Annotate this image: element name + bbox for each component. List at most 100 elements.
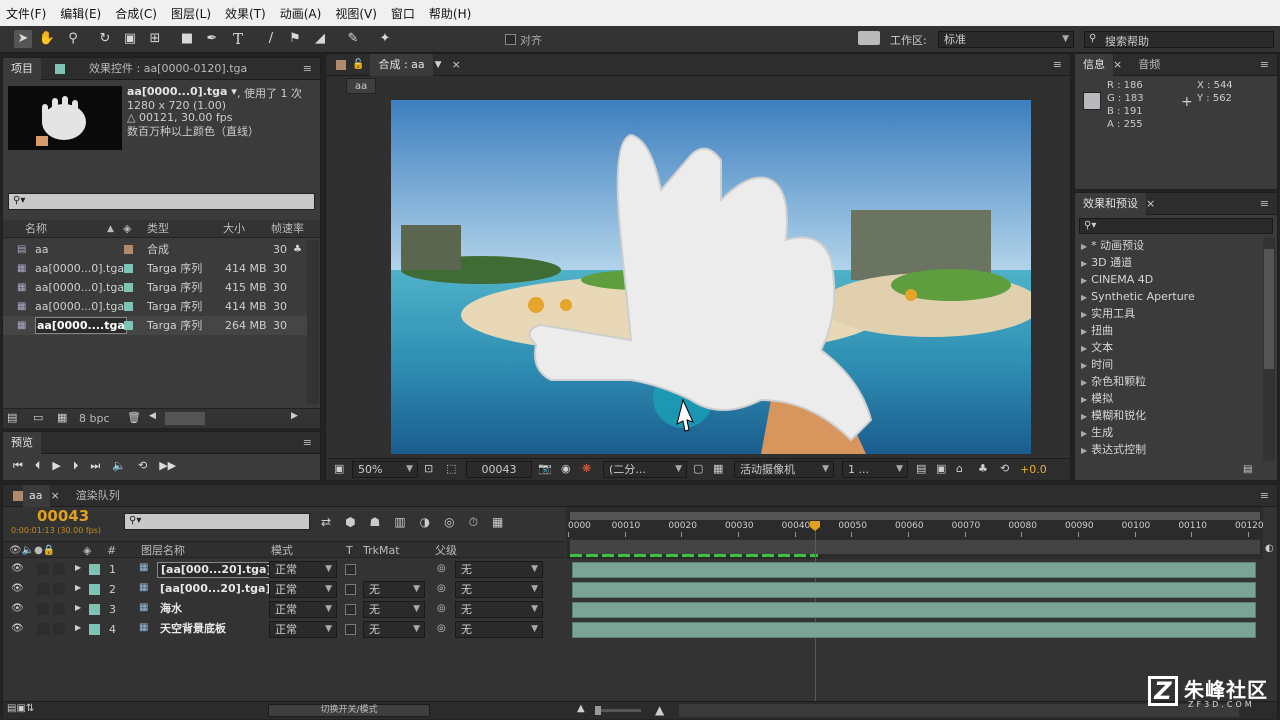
expand-arrow-icon[interactable]: ▶ bbox=[1081, 293, 1087, 302]
expand-arrow-icon[interactable]: ▶ bbox=[1081, 429, 1087, 438]
label-swatch[interactable] bbox=[89, 584, 100, 595]
mode-select[interactable]: 正常 ▼ bbox=[269, 581, 337, 598]
project-item[interactable]: ▤ aa 合成 30 ♣ bbox=[3, 240, 307, 259]
twirl-arrow-icon[interactable]: ▶ bbox=[75, 603, 81, 612]
label-swatch[interactable] bbox=[89, 564, 100, 575]
layer-clip-bar[interactable] bbox=[572, 562, 1256, 578]
effects-category[interactable]: ▶ 模糊和锐化 bbox=[1081, 407, 1146, 424]
col-parent[interactable]: 父级 bbox=[435, 542, 457, 560]
preserve-transparency-checkbox[interactable] bbox=[345, 604, 356, 615]
transparency-grid-icon[interactable]: ▦ bbox=[713, 462, 723, 475]
tab-project[interactable]: 项目 bbox=[3, 57, 41, 80]
project-item[interactable]: ▦ aa[0000...0].tga Targa 序列 415 MB 30 bbox=[3, 278, 307, 297]
menu-edit[interactable]: 编辑(E) bbox=[60, 5, 101, 22]
layer-clip-bar[interactable] bbox=[572, 602, 1256, 618]
effects-category[interactable]: ▶ * 动画预设 bbox=[1081, 237, 1144, 254]
effects-category[interactable]: ▶ 表达式控制 bbox=[1081, 441, 1146, 458]
effects-category[interactable]: ▶ 生成 bbox=[1081, 424, 1113, 441]
timeline-timecode[interactable]: 00043 bbox=[37, 507, 89, 525]
col-layer-name[interactable]: 图层名称 bbox=[141, 542, 185, 560]
expand-arrow-icon[interactable]: ▶ bbox=[1081, 378, 1087, 387]
audio-toggle[interactable] bbox=[37, 563, 49, 575]
first-frame-icon[interactable]: ⏮ bbox=[13, 459, 23, 473]
pen-tool-icon[interactable]: ✒ bbox=[203, 30, 221, 48]
new-preset-icon[interactable]: ▤ bbox=[1243, 464, 1252, 475]
menu-file[interactable]: 文件(F) bbox=[6, 5, 46, 22]
layer-row[interactable]: 👁 ▶ 2 ▦ [aa[000...20].tga] 正常 ▼ 无 ▼ ◎ 无 ▼ bbox=[3, 580, 565, 600]
draft-3d-icon[interactable]: ⬢ bbox=[345, 515, 355, 530]
workspace-select[interactable]: 标准 ▼ bbox=[938, 31, 1074, 48]
effects-category[interactable]: ▶ 模拟 bbox=[1081, 390, 1113, 407]
menu-effect[interactable]: 效果(T) bbox=[225, 5, 266, 22]
tab-composition[interactable]: 合成 : aa bbox=[370, 53, 433, 76]
mode-select[interactable]: 正常 ▼ bbox=[269, 601, 337, 618]
camera-select[interactable]: 活动摄像机 ▼ bbox=[734, 461, 834, 478]
hand-tool-icon[interactable]: ✋ bbox=[38, 30, 56, 48]
layer-name[interactable]: 天空背景底板 bbox=[157, 622, 229, 638]
roto-brush-tool-icon[interactable]: ✎ bbox=[344, 30, 362, 48]
visibility-eye-icon[interactable]: 👁 bbox=[11, 623, 24, 634]
twirl-arrow-icon[interactable]: ▶ bbox=[75, 563, 81, 572]
zoom-in-icon[interactable]: ▲ bbox=[655, 703, 664, 717]
flowchart-icon[interactable]: ♣ bbox=[978, 462, 988, 475]
col-type[interactable]: 类型 bbox=[147, 220, 169, 238]
scroll-right-icon[interactable]: ▶ bbox=[291, 411, 298, 421]
safe-margins-icon[interactable]: ⊡ bbox=[424, 462, 433, 475]
effects-category[interactable]: ▶ 3D 通道 bbox=[1081, 254, 1132, 271]
panel-menu-icon[interactable]: ≡ bbox=[1260, 489, 1269, 502]
expand-arrow-icon[interactable]: ▶ bbox=[1081, 361, 1087, 370]
parent-select[interactable]: 无 ▼ bbox=[455, 621, 543, 638]
motion-blur-icon[interactable]: ◑ bbox=[420, 515, 430, 530]
layer-name[interactable]: [aa[000...20].tga] bbox=[157, 562, 276, 578]
toggle-pixel-aspect-icon[interactable]: ▤ bbox=[916, 462, 926, 475]
expand-arrow-icon[interactable]: ▶ bbox=[1081, 344, 1087, 353]
project-item[interactable]: ▦ aa[0000...0].tga Targa 序列 414 MB 30 bbox=[3, 297, 307, 316]
play-icon[interactable]: ▶ bbox=[52, 459, 60, 473]
toggle-switches-modes-button[interactable]: 切换开关/模式 bbox=[268, 704, 430, 717]
last-frame-icon[interactable]: ⏭ bbox=[90, 459, 100, 473]
comp-dropdown-icon[interactable]: ▼ bbox=[435, 60, 442, 70]
label-swatch[interactable] bbox=[124, 283, 133, 292]
parent-select[interactable]: 无 ▼ bbox=[455, 561, 543, 578]
preserve-transparency-checkbox[interactable] bbox=[345, 584, 356, 595]
solo-toggle[interactable] bbox=[53, 603, 65, 615]
menu-animation[interactable]: 动画(A) bbox=[280, 5, 322, 22]
layer-row[interactable]: 👁 ▶ 1 ▦ [aa[000...20].tga] 正常 ▼ ◎ 无 ▼ bbox=[3, 560, 565, 580]
new-composition-icon[interactable]: ▦ bbox=[57, 411, 67, 424]
visibility-eye-icon[interactable]: 👁 bbox=[11, 583, 24, 594]
pick-whip-icon[interactable]: ◎ bbox=[437, 623, 446, 634]
effects-category[interactable]: ▶ 文本 bbox=[1081, 339, 1113, 356]
rectangle-tool-icon[interactable]: ■ bbox=[178, 30, 196, 48]
timer-icon[interactable]: ⏱ bbox=[469, 515, 478, 530]
parent-select[interactable]: 无 ▼ bbox=[455, 581, 543, 598]
pick-whip-icon[interactable]: ◎ bbox=[437, 603, 446, 614]
text-tool-icon[interactable]: T bbox=[229, 30, 247, 48]
panel-menu-icon[interactable]: ≡ bbox=[303, 436, 312, 449]
col-size[interactable]: 大小 bbox=[223, 220, 245, 238]
close-tab-icon[interactable]: × bbox=[452, 58, 461, 71]
clone-stamp-tool-icon[interactable]: ⚑ bbox=[286, 30, 304, 48]
bit-depth[interactable]: 8 bpc bbox=[79, 412, 110, 425]
expand-arrow-icon[interactable]: ▶ bbox=[1081, 412, 1087, 421]
panel-menu-icon[interactable]: ≡ bbox=[1053, 58, 1062, 71]
always-preview-icon[interactable]: ▣ bbox=[334, 462, 344, 475]
next-frame-icon[interactable]: ⏵ bbox=[73, 459, 79, 473]
parent-select[interactable]: 无 ▼ bbox=[455, 601, 543, 618]
hide-shy-layers-icon[interactable]: ☗ bbox=[370, 515, 381, 530]
tab-timeline-comp[interactable]: aa bbox=[23, 484, 51, 507]
brainstorm-icon[interactable]: ▦ bbox=[492, 515, 503, 530]
puppet-pin-tool-icon[interactable]: ✦ bbox=[376, 30, 394, 48]
timeline-search-input[interactable]: ⚲▾ bbox=[124, 513, 310, 530]
comp-breadcrumb[interactable]: aa bbox=[346, 78, 377, 94]
interpret-footage-icon[interactable]: ▤ bbox=[7, 411, 17, 424]
col-mode[interactable]: 模式 bbox=[271, 542, 293, 560]
tab-effects-presets[interactable]: 效果和预设 bbox=[1075, 192, 1146, 215]
show-snapshot-icon[interactable]: ◉ bbox=[561, 462, 571, 475]
workspace-toggle-icon[interactable] bbox=[858, 31, 880, 45]
label-swatch[interactable] bbox=[124, 264, 133, 273]
layer-name[interactable]: 海水 bbox=[157, 602, 185, 618]
expand-arrow-icon[interactable]: ▶ bbox=[1081, 276, 1087, 285]
expand-arrow-icon[interactable]: ▶ bbox=[1081, 242, 1087, 251]
menu-view[interactable]: 视图(V) bbox=[335, 5, 377, 22]
zoom-tool-icon[interactable]: ⚲ bbox=[64, 30, 82, 48]
